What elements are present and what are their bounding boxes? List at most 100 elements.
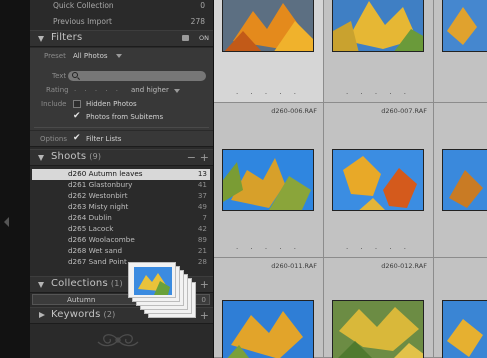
shoot-item[interactable]: d262 Westonbirt 37 bbox=[32, 191, 210, 202]
photo-filename: d260-007.RAF bbox=[381, 107, 427, 115]
shoot-item[interactable]: d264 Dublin 7 bbox=[32, 213, 210, 224]
grid-cell[interactable]: d260-011.RAF bbox=[214, 258, 324, 358]
filters-body: Preset All Photos Text Rating · · · · · … bbox=[30, 48, 213, 130]
shoot-count: 42 bbox=[197, 224, 207, 233]
shoot-count: 49 bbox=[197, 202, 207, 211]
shoot-name: d260 Autumn leaves bbox=[68, 169, 143, 178]
photo-thumbnail[interactable] bbox=[442, 0, 487, 52]
rating-dropdown-icon[interactable] bbox=[174, 89, 180, 93]
photo-thumbnail[interactable] bbox=[332, 149, 424, 211]
disclosure-down-icon[interactable] bbox=[38, 155, 44, 161]
photo-filename: d260-011.RAF bbox=[271, 262, 317, 270]
search-icon bbox=[72, 72, 78, 78]
filter-lists-checkmark-icon[interactable]: ✔ bbox=[73, 134, 81, 143]
photo-filename: d260-006.RAF bbox=[271, 107, 317, 115]
disclosure-down-icon[interactable] bbox=[38, 282, 44, 288]
shoot-name: d266 Woolacombe bbox=[68, 235, 135, 244]
hidden-photos-label: Hidden Photos bbox=[86, 100, 137, 108]
shoot-name: d261 Glastonbury bbox=[68, 180, 133, 189]
rating-dots[interactable]: . . . . . bbox=[214, 88, 323, 96]
catalog-item-count: 278 bbox=[190, 17, 205, 26]
catalog-item-label: Previous Import bbox=[53, 17, 112, 26]
filters-header[interactable]: Filters ON bbox=[30, 30, 213, 47]
add-shoot-icon[interactable]: + bbox=[200, 151, 209, 164]
rating-dots[interactable]: . . . . . bbox=[214, 243, 323, 251]
keywords-title: Keywords (2) bbox=[51, 309, 116, 320]
shoot-count: 41 bbox=[197, 180, 207, 189]
shoot-count: 28 bbox=[197, 257, 207, 266]
catalog-list: Quick Collection 0 Previous Import 278 bbox=[30, 0, 213, 30]
shoot-name: d267 Sand Point bbox=[68, 257, 127, 266]
collapse-panel-arrow-icon[interactable] bbox=[4, 217, 9, 227]
grid-cell[interactable] bbox=[434, 103, 487, 258]
shoot-name: d263 Misty night bbox=[68, 202, 129, 211]
grid-cell[interactable] bbox=[434, 258, 487, 358]
grid-cell[interactable]: . . . . . bbox=[324, 0, 434, 103]
photo-thumbnail[interactable] bbox=[332, 0, 424, 52]
shoot-name: d264 Dublin bbox=[68, 213, 112, 222]
catalog-item-quick-collection[interactable]: Quick Collection 0 bbox=[40, 1, 205, 12]
stack-card-front bbox=[128, 262, 176, 298]
grid-cell[interactable]: d260-006.RAF . . . . . bbox=[214, 103, 324, 258]
shoot-item[interactable]: d261 Glastonbury 41 bbox=[32, 180, 210, 191]
rating-dots[interactable]: . . . . . bbox=[324, 243, 433, 251]
subitems-checkmark-icon[interactable]: ✔ bbox=[73, 112, 81, 121]
rating-dots[interactable]: . . . . . bbox=[324, 88, 433, 96]
filter-lists-label: Filter Lists bbox=[86, 135, 122, 143]
preset-select[interactable]: All Photos bbox=[73, 52, 108, 60]
options-label: Options bbox=[40, 135, 68, 143]
photo-thumbnail[interactable] bbox=[222, 0, 314, 52]
catalog-item-label: Quick Collection bbox=[53, 1, 114, 10]
left-edge-strip bbox=[0, 0, 30, 358]
shoots-list: d260 Autumn leaves 13 d261 Glastonbury 4… bbox=[30, 167, 213, 275]
photo-thumbnail[interactable] bbox=[222, 149, 314, 211]
photo-thumbnail[interactable] bbox=[332, 300, 424, 358]
add-collection-icon[interactable]: + bbox=[200, 278, 209, 291]
filters-title: Filters bbox=[51, 32, 83, 43]
shoots-header[interactable]: Shoots (9) − + bbox=[30, 149, 213, 166]
shoot-name: d268 Wet sand bbox=[68, 246, 123, 255]
shoot-count: 37 bbox=[197, 191, 207, 200]
collection-name: Autumn bbox=[67, 295, 96, 304]
filter-toggle-label[interactable]: ON bbox=[199, 34, 209, 42]
catalog-item-count: 0 bbox=[200, 1, 205, 10]
filters-divider bbox=[34, 127, 209, 128]
grid-cell[interactable]: d260-007.RAF . . . . . bbox=[324, 103, 434, 258]
grid-cell[interactable] bbox=[434, 0, 487, 103]
text-search-input[interactable] bbox=[68, 71, 206, 81]
filter-options-row: Options ✔ Filter Lists bbox=[30, 131, 213, 147]
shoot-item[interactable]: d268 Wet sand 21 bbox=[32, 246, 210, 257]
dragged-photo-stack[interactable] bbox=[128, 262, 198, 320]
rating-condition-select[interactable]: and higher bbox=[131, 86, 169, 94]
collection-count: 0 bbox=[201, 295, 206, 304]
shoot-count: 13 bbox=[197, 169, 207, 178]
remove-shoot-icon[interactable]: − bbox=[187, 151, 196, 164]
panel-end-ornament-icon bbox=[97, 334, 139, 347]
catalog-item-previous-import[interactable]: Previous Import 278 bbox=[40, 17, 205, 28]
shoot-item[interactable]: d260 Autumn leaves 13 bbox=[32, 169, 210, 180]
shoot-name: d262 Westonbirt bbox=[68, 191, 128, 200]
grid-cell[interactable]: d260-012.RAF bbox=[324, 258, 434, 358]
dragged-photo-thumbnail bbox=[134, 267, 172, 295]
photo-thumbnail[interactable] bbox=[222, 300, 314, 358]
photo-thumbnail[interactable] bbox=[442, 300, 487, 358]
grid-cell[interactable]: . . . . . bbox=[214, 0, 324, 103]
disclosure-down-icon[interactable] bbox=[38, 36, 44, 42]
shoots-title: Shoots (9) bbox=[51, 151, 102, 162]
shoot-count: 7 bbox=[202, 213, 207, 222]
rating-stars[interactable]: · · · · · bbox=[74, 87, 121, 95]
disclosure-right-icon[interactable] bbox=[39, 312, 45, 318]
add-keyword-icon[interactable]: + bbox=[200, 309, 209, 322]
shoot-item[interactable]: d265 Lacock 42 bbox=[32, 224, 210, 235]
photo-filename: d260-012.RAF bbox=[381, 262, 427, 270]
shoot-item[interactable]: d266 Woolacombe 89 bbox=[32, 235, 210, 246]
filter-toggle-switch-icon[interactable] bbox=[182, 35, 189, 41]
collections-title: Collections (1) bbox=[51, 278, 123, 289]
shoot-item[interactable]: d263 Misty night 49 bbox=[32, 202, 210, 213]
include-label: Include bbox=[41, 100, 67, 108]
shoot-count: 89 bbox=[197, 235, 207, 244]
preset-dropdown-icon[interactable] bbox=[116, 54, 122, 58]
hidden-photos-checkbox[interactable] bbox=[73, 100, 81, 108]
photo-thumbnail[interactable] bbox=[442, 149, 487, 211]
shoot-name: d265 Lacock bbox=[68, 224, 114, 233]
